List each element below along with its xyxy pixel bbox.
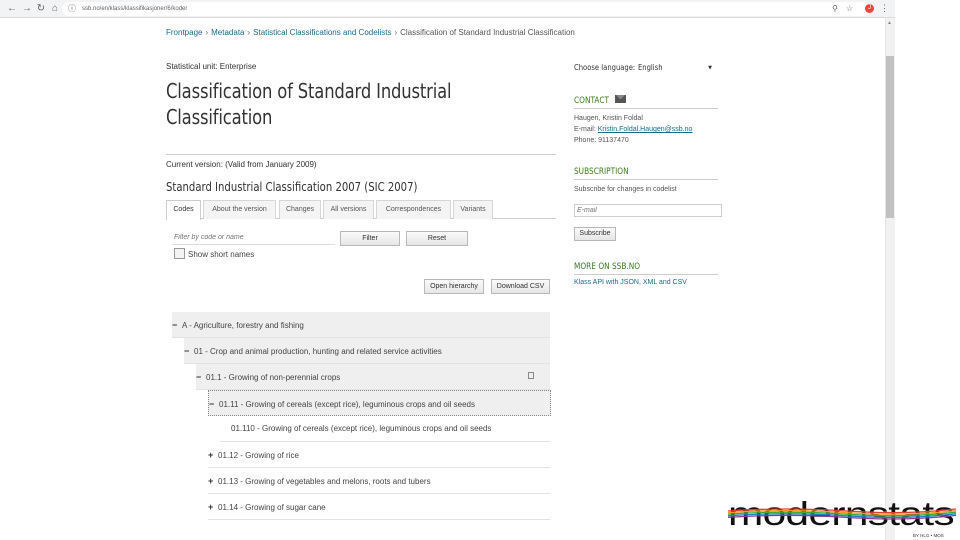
forward-icon[interactable]: →	[21, 3, 33, 15]
contact-email-row: E-mail: Kristin.Foldal.Haugen@ssb.no	[574, 125, 692, 135]
contact-heading: Contact	[574, 96, 610, 106]
tab-all-versions[interactable]: All versions	[323, 200, 374, 219]
tab-about-version[interactable]: About the version	[203, 200, 276, 219]
address-url: ssb.no/en/klass/klassifikasjoner/6/koder	[82, 6, 188, 12]
breadcrumb-separator: ›	[205, 28, 209, 37]
collapse-icon[interactable]: −	[209, 391, 219, 417]
profile-avatar[interactable]: J	[865, 4, 874, 13]
browser-menu-icon[interactable]: ⋮	[880, 2, 889, 14]
info-icon[interactable]: ⓘ	[68, 4, 76, 14]
tab-codes[interactable]: Codes	[166, 200, 201, 220]
version-title: Standard Industrial Classification 2007 …	[166, 180, 418, 194]
tree-row-label: 01.12 - Growing of rice	[218, 451, 299, 460]
back-icon[interactable]: ←	[6, 3, 18, 15]
home-icon[interactable]: ⌂	[49, 3, 61, 15]
tree-row[interactable]: 01.110 - Growing of cereals (except rice…	[220, 416, 550, 442]
bookmark-star-icon[interactable]: ☆	[846, 3, 853, 15]
tree-row-label: 01.110 - Growing of cereals (except rice…	[231, 424, 492, 433]
tree-row[interactable]: +01.14 - Growing of sugar cane	[208, 494, 550, 520]
download-csv-button[interactable]: Download CSV	[491, 279, 550, 294]
breadcrumb: Frontpage › Metadata › Statistical Classific…	[166, 28, 575, 38]
language-select[interactable]: English ▼	[638, 62, 718, 74]
scrollbar-thumb[interactable]	[886, 56, 894, 218]
divider	[574, 274, 718, 275]
contact-email-link[interactable]: Kristin.Foldal.Haugen@ssb.no	[598, 126, 693, 133]
more-heading: More on SSB.no	[574, 262, 641, 272]
contact-name: Haugen, Kristin Foldal	[574, 115, 643, 122]
tree-row-label: 01.11 - Growing of cereals (except rice)…	[219, 400, 475, 409]
show-short-names-checkbox[interactable]	[174, 248, 185, 259]
tree-row[interactable]: +01.12 - Growing of rice	[208, 442, 550, 468]
tab-variants[interactable]: Variants	[453, 200, 493, 219]
contact-phone: Phone: 91137470	[574, 137, 629, 144]
divider	[574, 108, 718, 109]
tab-bar: Codes About the version Changes All vers…	[166, 200, 556, 220]
show-short-names-label: Show short names	[188, 250, 255, 259]
divider	[166, 154, 556, 155]
breadcrumb-current: Classification of Standard Industrial Cl…	[400, 28, 575, 37]
open-hierarchy-button[interactable]: Open hierarchy	[424, 279, 484, 294]
breadcrumb-classifications[interactable]: Statistical Classifications and Codelist…	[253, 28, 391, 37]
subscribe-button[interactable]: Subscribe	[574, 227, 616, 241]
expand-icon[interactable]: +	[208, 442, 218, 468]
browser-toolbar: ← → ↻ ⌂ ⓘ ssb.no/en/klass/klassifikasjon…	[0, 0, 895, 18]
logo-tagline: BY HLG • MOS	[913, 533, 944, 538]
tree-row-label: A - Agriculture, forestry and fishing	[182, 321, 304, 330]
divider	[574, 179, 718, 180]
subscription-heading: Subscription	[574, 167, 629, 177]
zoom-icon[interactable]: ⚲	[832, 3, 838, 15]
tree-row[interactable]: −01.1 - Growing of non-perennial crops	[196, 364, 550, 390]
current-version: Current version: (Valid from January 200…	[166, 160, 317, 169]
expand-icon[interactable]: +	[208, 494, 218, 520]
breadcrumb-metadata[interactable]: Metadata	[211, 28, 244, 37]
scroll-up-icon[interactable]: ▲	[887, 20, 892, 26]
subscription-text: Subscribe for changes in codelist	[574, 186, 677, 193]
contact-email-label: E-mail:	[574, 126, 596, 133]
page: ← → ↻ ⌂ ⓘ ssb.no/en/klass/klassifikasjon…	[0, 0, 960, 540]
breadcrumb-separator: ›	[394, 28, 398, 37]
address-bar[interactable]: ⓘ ssb.no/en/klass/klassifikasjoner/6/kod…	[62, 2, 872, 16]
collapse-icon[interactable]: −	[184, 338, 194, 364]
reload-icon[interactable]: ↻	[35, 3, 47, 15]
tree-row[interactable]: +01.13 - Growing of vegetables and melon…	[208, 468, 550, 494]
copy-icon[interactable]	[528, 372, 534, 379]
tree-row-label: 01.13 - Growing of vegetables and melons…	[218, 477, 431, 486]
tree-row[interactable]: − A - Agriculture, forestry and fishing	[172, 312, 550, 338]
collapse-icon[interactable]: −	[196, 364, 206, 390]
collapse-icon[interactable]: −	[172, 312, 182, 338]
statistical-unit: Statistical unit: Enterprise	[166, 62, 257, 71]
tab-correspondences[interactable]: Correspondences	[376, 200, 451, 219]
tree-row-label: 01 - Crop and animal production, hunting…	[194, 347, 442, 356]
email-field[interactable]	[574, 204, 722, 217]
breadcrumb-frontpage[interactable]: Frontpage	[166, 28, 202, 37]
language-select-value: English	[638, 63, 663, 72]
dropdown-arrow-icon: ▼	[708, 65, 712, 71]
language-label: Choose language:	[574, 63, 636, 72]
mail-icon	[615, 95, 626, 103]
filter-input[interactable]	[172, 230, 335, 245]
page-title: Classification of Standard Industrial Cl…	[166, 79, 452, 129]
filter-button[interactable]: Filter	[340, 231, 400, 246]
tree-row-focused[interactable]: −01.11 - Growing of cereals (except rice…	[208, 390, 551, 416]
tab-changes[interactable]: Changes	[279, 200, 321, 219]
tree-row[interactable]: −01 - Crop and animal production, huntin…	[184, 338, 550, 364]
tree-row-label: 01.1 - Growing of non-perennial crops	[206, 373, 341, 382]
expand-icon[interactable]: +	[208, 468, 218, 494]
modernstats-logo: modernstats BY HLG • MOS	[727, 495, 957, 538]
breadcrumb-separator: ›	[247, 28, 251, 37]
klass-api-link[interactable]: Klass API with JSON, XML and CSV	[574, 278, 687, 288]
tree-row-label: 01.14 - Growing of sugar cane	[218, 503, 326, 512]
reset-button[interactable]: Reset	[406, 231, 468, 246]
